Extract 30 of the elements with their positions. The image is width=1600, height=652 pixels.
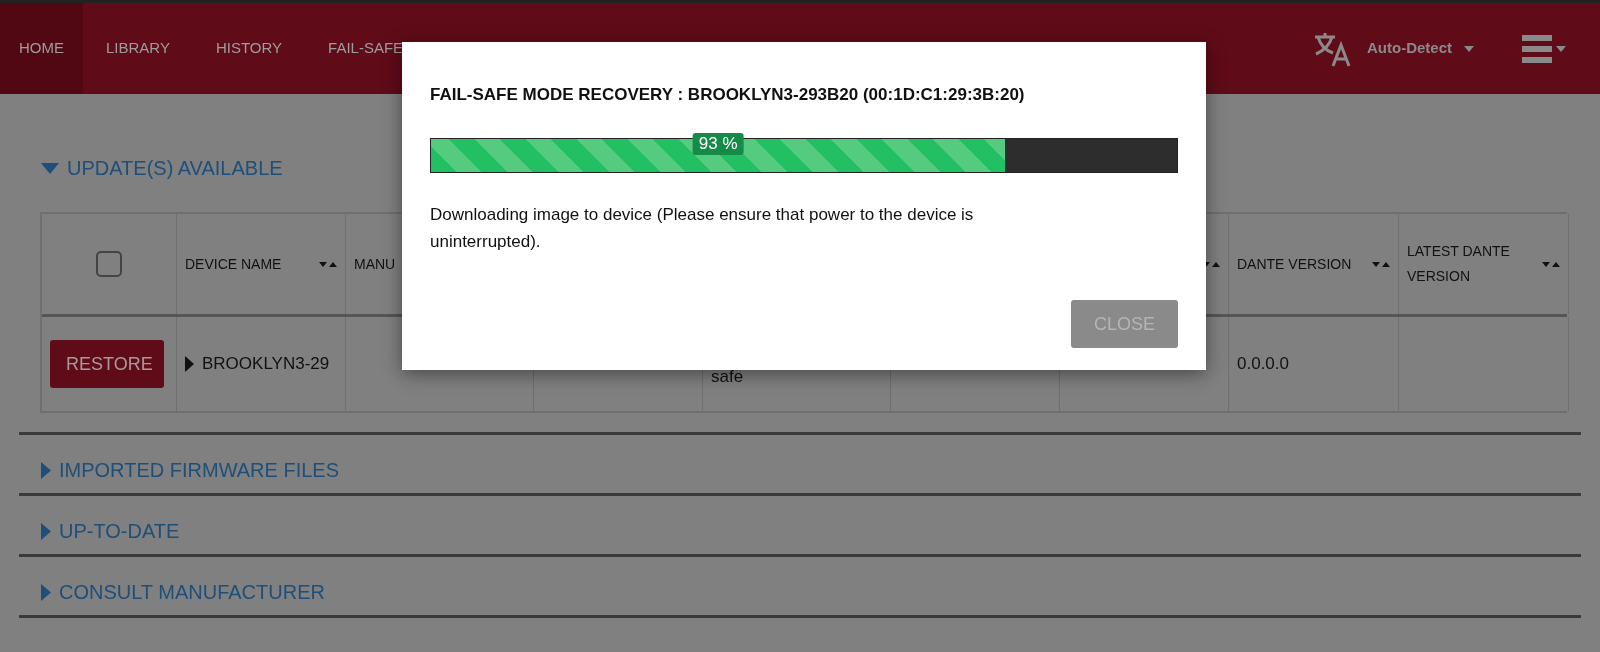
restore-button[interactable]: RESTORE: [50, 340, 164, 388]
device-name: BROOKLYN3-29: [202, 353, 330, 376]
table-cell-text: safe: [711, 365, 744, 388]
translate-icon[interactable]: [1313, 30, 1351, 67]
column-header: LATEST DANTE VERSION: [1407, 242, 1511, 286]
menu-button[interactable]: [1522, 33, 1566, 64]
nav-tab[interactable]: LIBRARY: [83, 3, 193, 94]
section-title[interactable]: IMPORTED FIRMWARE FILES: [59, 455, 340, 485]
caret-icon: [1556, 45, 1566, 52]
select-all-checkbox[interactable]: [96, 251, 122, 277]
dialog-title: FAIL-SAFE MODE RECOVERY : BROOKLYN3-293B20 (00:1D:C1:29:3B:20): [430, 84, 1026, 106]
nav-tab[interactable]: HOME: [0, 3, 83, 94]
language-dropdown[interactable]: Auto-Detect: [1367, 37, 1474, 60]
section-title[interactable]: UP-TO-DATE: [59, 516, 180, 546]
menu-icon: [1522, 33, 1552, 64]
section-title[interactable]: CONSULT MANUFACTURER: [59, 577, 325, 607]
expand-icon[interactable]: [41, 461, 51, 479]
table-cell-text: 0.0.0.0: [1237, 353, 1289, 376]
nav-tab[interactable]: HISTORY: [192, 3, 306, 94]
collapse-icon[interactable]: [41, 162, 59, 174]
progress-reading: 93 %: [692, 133, 744, 155]
column-header: DEVICE NAME: [185, 254, 282, 274]
expand-icon[interactable]: [185, 356, 194, 372]
expand-icon[interactable]: [41, 583, 51, 601]
dialog-message: Downloading image to device (Please ensure that power to the device is uninterrupted).: [430, 203, 975, 253]
column-header: DANTE VERSION: [1237, 254, 1352, 274]
column-header: MANU: [354, 254, 396, 274]
caret-icon: [1464, 45, 1474, 52]
expand-icon[interactable]: [41, 522, 51, 540]
section-title[interactable]: UPDATE(S) AVAILABLE: [67, 153, 283, 183]
